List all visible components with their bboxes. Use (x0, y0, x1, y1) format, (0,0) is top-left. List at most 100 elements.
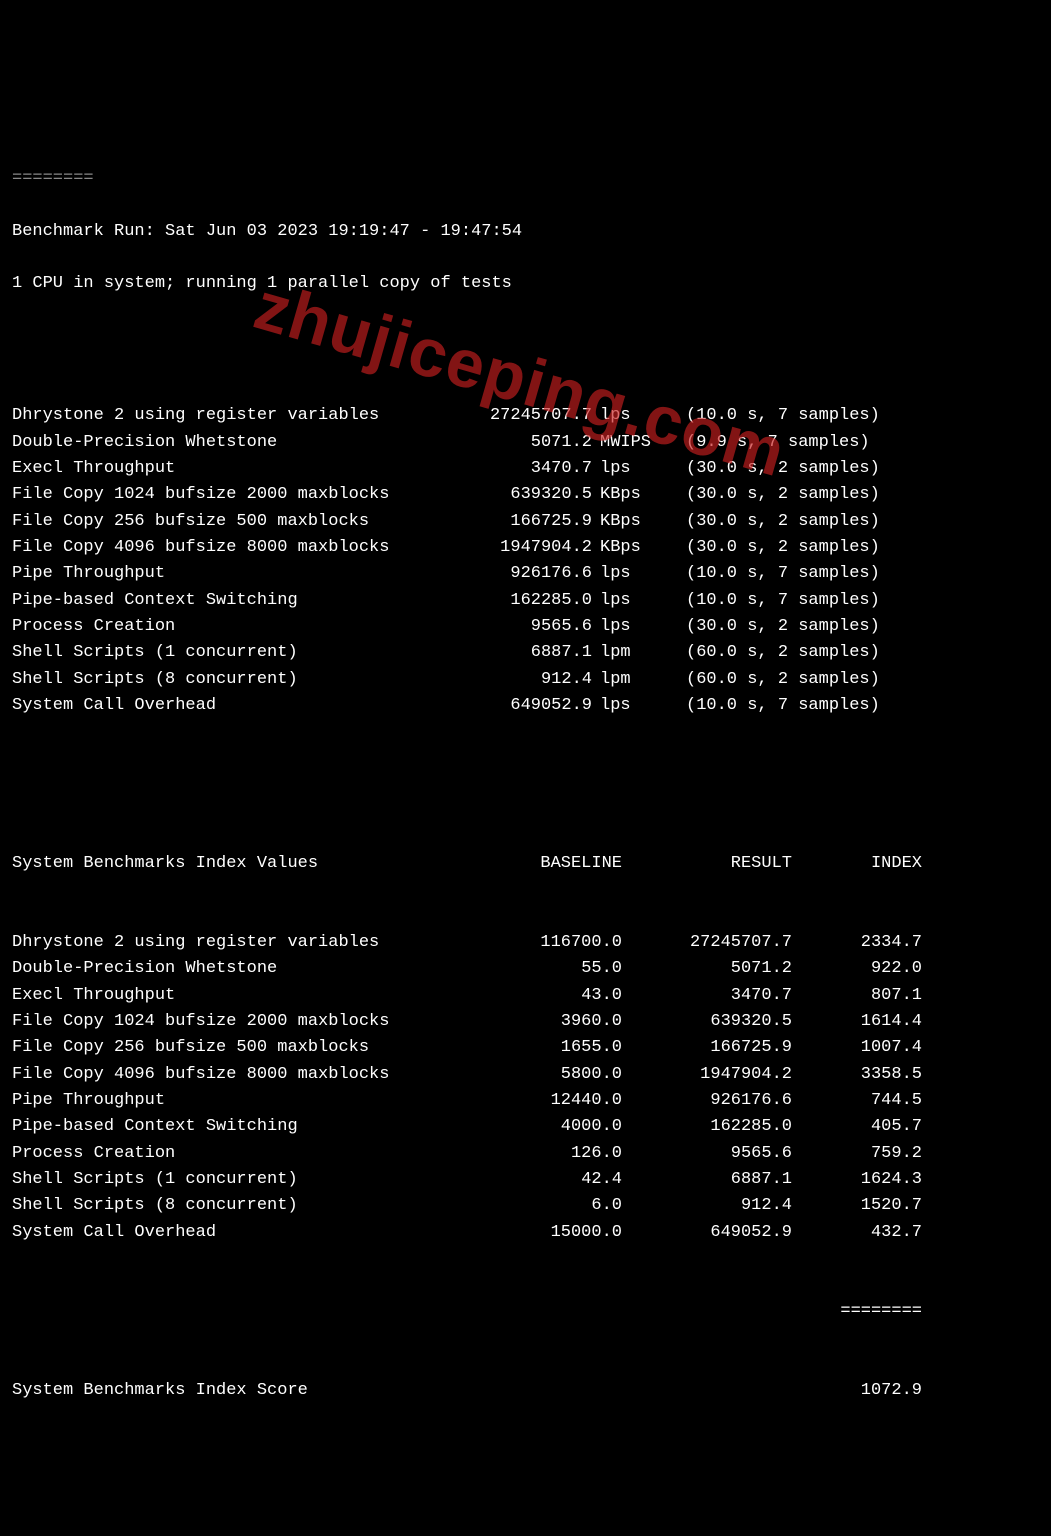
index-index: 1614.4 (792, 1009, 922, 1035)
test-note: (10.0 s, 7 samples) (662, 588, 880, 614)
test-note: (30.0 s, 2 samples) (662, 535, 880, 561)
test-name: File Copy 4096 bufsize 8000 maxblocks (12, 535, 452, 561)
index-baseline: 6.0 (452, 1193, 622, 1219)
index-row: System Call Overhead15000.0649052.9432.7 (12, 1220, 1039, 1246)
test-row: Execl Throughput3470.7lps(30.0 s, 2 samp… (12, 456, 1039, 482)
test-unit: lps (592, 693, 662, 719)
index-index: 405.7 (792, 1114, 922, 1140)
index-header-title: System Benchmarks Index Values (12, 851, 452, 877)
test-unit: KBps (592, 482, 662, 508)
top-separator: ======== (12, 166, 1039, 192)
index-name: Process Creation (12, 1141, 452, 1167)
test-unit: MWIPS (592, 430, 662, 456)
index-result: 9565.6 (622, 1141, 792, 1167)
index-result: 5071.2 (622, 956, 792, 982)
index-result: 27245707.7 (622, 930, 792, 956)
test-value: 5071.2 (452, 430, 592, 456)
test-value: 6887.1 (452, 640, 592, 666)
test-value: 162285.0 (452, 588, 592, 614)
test-name: Pipe Throughput (12, 561, 452, 587)
index-header-result: RESULT (622, 851, 792, 877)
index-row: File Copy 256 bufsize 500 maxblocks1655.… (12, 1035, 1039, 1061)
index-name: Dhrystone 2 using register variables (12, 930, 452, 956)
test-unit: lps (592, 403, 662, 429)
index-index: 3358.5 (792, 1062, 922, 1088)
test-note: (9.9 s, 7 samples) (662, 430, 870, 456)
test-name: Double-Precision Whetstone (12, 430, 452, 456)
test-row: Process Creation9565.6lps(30.0 s, 2 samp… (12, 614, 1039, 640)
test-name: Pipe-based Context Switching (12, 588, 452, 614)
test-unit: KBps (592, 535, 662, 561)
test-row: Shell Scripts (8 concurrent)912.4lpm(60.… (12, 667, 1039, 693)
index-name: Double-Precision Whetstone (12, 956, 452, 982)
cpu-info-line: 1 CPU in system; running 1 parallel copy… (12, 271, 1039, 297)
index-result: 1947904.2 (622, 1062, 792, 1088)
test-note: (10.0 s, 7 samples) (662, 403, 880, 429)
index-header-row: System Benchmarks Index Values BASELINE … (12, 851, 1039, 877)
test-row: File Copy 1024 bufsize 2000 maxblocks639… (12, 482, 1039, 508)
index-baseline: 12440.0 (452, 1088, 622, 1114)
index-index: 759.2 (792, 1141, 922, 1167)
index-result: 166725.9 (622, 1035, 792, 1061)
index-baseline: 116700.0 (452, 930, 622, 956)
index-name: Execl Throughput (12, 983, 452, 1009)
test-unit: lps (592, 614, 662, 640)
test-name: File Copy 1024 bufsize 2000 maxblocks (12, 482, 452, 508)
index-row: Pipe-based Context Switching4000.0162285… (12, 1114, 1039, 1140)
index-row: Shell Scripts (8 concurrent)6.0912.41520… (12, 1193, 1039, 1219)
index-name: Pipe-based Context Switching (12, 1114, 452, 1140)
test-value: 639320.5 (452, 482, 592, 508)
test-unit: lps (592, 588, 662, 614)
index-index: 1007.4 (792, 1035, 922, 1061)
index-row: Dhrystone 2 using register variables1167… (12, 930, 1039, 956)
index-name: Shell Scripts (1 concurrent) (12, 1167, 452, 1193)
test-value: 9565.6 (452, 614, 592, 640)
index-index: 432.7 (792, 1220, 922, 1246)
index-row: Process Creation126.09565.6759.2 (12, 1141, 1039, 1167)
index-name: File Copy 256 bufsize 500 maxblocks (12, 1035, 452, 1061)
test-row: Dhrystone 2 using register variables2724… (12, 403, 1039, 429)
test-note: (30.0 s, 2 samples) (662, 614, 880, 640)
index-row: Pipe Throughput12440.0926176.6744.5 (12, 1088, 1039, 1114)
index-baseline: 126.0 (452, 1141, 622, 1167)
test-note: (30.0 s, 2 samples) (662, 509, 880, 535)
test-name: Process Creation (12, 614, 452, 640)
index-name: System Call Overhead (12, 1220, 452, 1246)
test-name: System Call Overhead (12, 693, 452, 719)
final-score-label: System Benchmarks Index Score (12, 1378, 452, 1404)
test-name: Shell Scripts (8 concurrent) (12, 667, 452, 693)
test-value: 3470.7 (452, 456, 592, 482)
index-row: File Copy 4096 bufsize 8000 maxblocks580… (12, 1062, 1039, 1088)
test-note: (10.0 s, 7 samples) (662, 693, 880, 719)
index-baseline: 55.0 (452, 956, 622, 982)
test-note: (30.0 s, 2 samples) (662, 482, 880, 508)
index-result: 912.4 (622, 1193, 792, 1219)
test-note: (60.0 s, 2 samples) (662, 667, 880, 693)
index-result: 6887.1 (622, 1167, 792, 1193)
test-name: Execl Throughput (12, 456, 452, 482)
test-row: Pipe-based Context Switching162285.0lps(… (12, 588, 1039, 614)
index-header-baseline: BASELINE (452, 851, 622, 877)
index-result: 649052.9 (622, 1220, 792, 1246)
index-index: 1624.3 (792, 1167, 922, 1193)
index-index: 922.0 (792, 956, 922, 982)
separator-line: ======== (12, 1299, 1039, 1325)
test-unit: KBps (592, 509, 662, 535)
final-score-pad2 (622, 1378, 792, 1404)
index-table: Dhrystone 2 using register variables1167… (12, 930, 1039, 1246)
final-score-pad1 (452, 1378, 622, 1404)
test-value: 1947904.2 (452, 535, 592, 561)
index-result: 162285.0 (622, 1114, 792, 1140)
test-name: Dhrystone 2 using register variables (12, 403, 452, 429)
test-unit: lpm (592, 667, 662, 693)
index-row: File Copy 1024 bufsize 2000 maxblocks396… (12, 1009, 1039, 1035)
index-row: Double-Precision Whetstone55.05071.2922.… (12, 956, 1039, 982)
index-header-index: INDEX (792, 851, 922, 877)
index-baseline: 5800.0 (452, 1062, 622, 1088)
test-value: 649052.9 (452, 693, 592, 719)
test-row: File Copy 256 bufsize 500 maxblocks16672… (12, 509, 1039, 535)
test-unit: lpm (592, 640, 662, 666)
blank-line (12, 772, 1039, 798)
test-value: 27245707.7 (452, 403, 592, 429)
test-name: File Copy 256 bufsize 500 maxblocks (12, 509, 452, 535)
